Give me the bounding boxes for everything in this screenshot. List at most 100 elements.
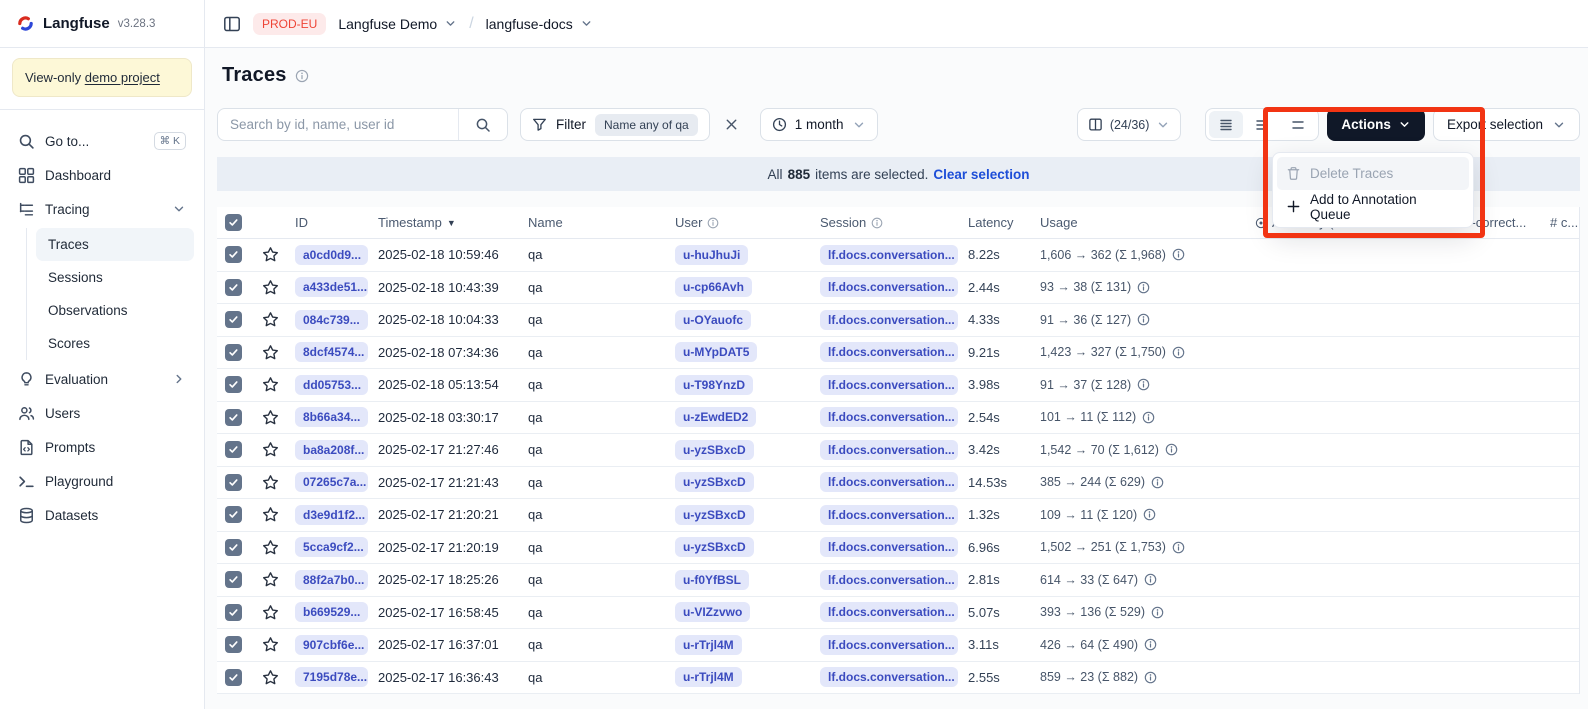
star-icon[interactable] bbox=[262, 474, 279, 491]
header-timestamp[interactable]: Timestamp▼ bbox=[368, 215, 518, 230]
header-name[interactable]: Name bbox=[518, 215, 665, 230]
star-icon[interactable] bbox=[262, 311, 279, 328]
info-icon[interactable] bbox=[1137, 281, 1150, 294]
star-icon[interactable] bbox=[262, 279, 279, 296]
session-badge[interactable]: lf.docs.conversation... bbox=[820, 635, 958, 655]
row-checkbox[interactable] bbox=[225, 539, 242, 556]
search-submit[interactable] bbox=[459, 117, 507, 133]
info-icon[interactable] bbox=[1142, 411, 1155, 424]
row-checkbox[interactable] bbox=[225, 279, 242, 296]
row-checkbox[interactable] bbox=[225, 344, 242, 361]
user-badge[interactable]: u-yzSBxcD bbox=[675, 440, 754, 460]
session-badge[interactable]: lf.docs.conversation... bbox=[820, 667, 958, 687]
user-badge[interactable]: u-f0YfBSL bbox=[675, 570, 749, 590]
star-icon[interactable] bbox=[262, 409, 279, 426]
sidebar-item-observations[interactable]: Observations bbox=[36, 294, 194, 327]
trace-id-badge[interactable]: 907cbf6e... bbox=[295, 635, 368, 655]
row-height-large-button[interactable] bbox=[1281, 111, 1315, 138]
table-row[interactable]: d3e9d1f2... 2025-02-17 21:20:21 qa u-yzS… bbox=[217, 499, 1579, 532]
row-checkbox[interactable] bbox=[225, 246, 242, 263]
row-checkbox[interactable] bbox=[225, 506, 242, 523]
table-row[interactable]: 084c739... 2025-02-18 10:04:33 qa u-OYau… bbox=[217, 304, 1579, 337]
trace-id-badge[interactable]: ba8a208f... bbox=[295, 440, 368, 460]
session-badge[interactable]: lf.docs.conversation... bbox=[820, 570, 958, 590]
select-all-checkbox[interactable] bbox=[225, 214, 242, 231]
export-selection-button[interactable]: Export selection bbox=[1433, 108, 1580, 141]
sidebar-item-datasets[interactable]: Datasets bbox=[10, 498, 194, 532]
user-badge[interactable]: u-VIZzvwo bbox=[675, 602, 750, 622]
table-row[interactable]: b669529... 2025-02-17 16:58:45 qa u-VIZz… bbox=[217, 597, 1579, 630]
user-badge[interactable]: u-cp66Avh bbox=[675, 277, 752, 297]
clear-filter-button[interactable] bbox=[718, 111, 746, 139]
session-badge[interactable]: lf.docs.conversation... bbox=[820, 342, 958, 362]
star-icon[interactable] bbox=[262, 506, 279, 523]
sidebar-item-prompts[interactable]: Prompts bbox=[10, 430, 194, 464]
user-badge[interactable]: u-T98YnzD bbox=[675, 375, 753, 395]
time-range-selector[interactable]: 1 month bbox=[760, 108, 878, 141]
trace-id-badge[interactable]: a0cd0d9... bbox=[295, 245, 368, 265]
star-icon[interactable] bbox=[262, 344, 279, 361]
clear-selection-link[interactable]: Clear selection bbox=[933, 167, 1029, 182]
user-badge[interactable]: u-OYauofc bbox=[675, 310, 751, 330]
table-row[interactable]: 907cbf6e... 2025-02-17 16:37:01 qa u-rTr… bbox=[217, 629, 1579, 662]
user-badge[interactable]: u-rTrjl4M bbox=[675, 635, 742, 655]
header-score-other[interactable]: # c... bbox=[1540, 215, 1580, 230]
star-icon[interactable] bbox=[262, 571, 279, 588]
table-row[interactable]: a0cd0d9... 2025-02-18 10:59:46 qa u-huJh… bbox=[217, 239, 1579, 272]
trace-id-badge[interactable]: 07265c7a... bbox=[295, 472, 368, 492]
header-session[interactable]: Session bbox=[810, 215, 958, 230]
trace-id-badge[interactable]: d3e9d1f2... bbox=[295, 505, 368, 525]
info-icon[interactable] bbox=[1172, 541, 1185, 554]
trace-id-badge[interactable]: 88f2a7b0... bbox=[295, 570, 368, 590]
trace-id-badge[interactable]: 8b66a34... bbox=[295, 407, 368, 427]
project-selector[interactable]: langfuse-docs bbox=[486, 16, 593, 32]
column-visibility-button[interactable]: (24/36) bbox=[1077, 108, 1182, 141]
session-badge[interactable]: lf.docs.conversation... bbox=[820, 472, 958, 492]
sidebar-item-dashboard[interactable]: Dashboard bbox=[10, 158, 194, 192]
table-row[interactable]: 07265c7a... 2025-02-17 21:21:43 qa u-yzS… bbox=[217, 467, 1579, 500]
session-badge[interactable]: lf.docs.conversation... bbox=[820, 602, 958, 622]
star-icon[interactable] bbox=[262, 669, 279, 686]
trace-id-badge[interactable]: 5cca9cf2... bbox=[295, 537, 368, 557]
star-icon[interactable] bbox=[262, 441, 279, 458]
trace-id-badge[interactable]: a433de51... bbox=[295, 277, 368, 297]
panel-left-icon[interactable] bbox=[223, 15, 241, 33]
org-selector[interactable]: Langfuse Demo bbox=[338, 16, 457, 32]
session-badge[interactable]: lf.docs.conversation... bbox=[820, 245, 958, 265]
info-icon[interactable] bbox=[1144, 573, 1157, 586]
session-badge[interactable]: lf.docs.conversation... bbox=[820, 537, 958, 557]
info-icon[interactable] bbox=[1151, 606, 1164, 619]
session-badge[interactable]: lf.docs.conversation... bbox=[820, 407, 958, 427]
row-checkbox[interactable] bbox=[225, 604, 242, 621]
session-badge[interactable]: lf.docs.conversation... bbox=[820, 375, 958, 395]
search-input[interactable] bbox=[218, 109, 458, 140]
info-icon[interactable] bbox=[1144, 671, 1157, 684]
filter-button[interactable]: Filter Name any of qa bbox=[520, 108, 710, 141]
row-checkbox[interactable] bbox=[225, 636, 242, 653]
sidebar-item-users[interactable]: Users bbox=[10, 396, 194, 430]
session-badge[interactable]: lf.docs.conversation... bbox=[820, 505, 958, 525]
sidebar-item-goto[interactable]: Go to... ⌘ K bbox=[10, 124, 194, 158]
star-icon[interactable] bbox=[262, 636, 279, 653]
demo-project-link[interactable]: demo project bbox=[85, 70, 160, 85]
info-icon[interactable] bbox=[1143, 508, 1156, 521]
info-icon[interactable] bbox=[1151, 476, 1164, 489]
table-row[interactable]: 7195d78e... 2025-02-17 16:36:43 qa u-rTr… bbox=[217, 662, 1579, 695]
user-badge[interactable]: u-yzSBxcD bbox=[675, 472, 754, 492]
header-id[interactable]: ID bbox=[285, 215, 368, 230]
row-checkbox[interactable] bbox=[225, 311, 242, 328]
row-checkbox[interactable] bbox=[225, 474, 242, 491]
sidebar-item-sessions[interactable]: Sessions bbox=[36, 261, 194, 294]
user-badge[interactable]: u-huJhuJi bbox=[675, 245, 748, 265]
row-checkbox[interactable] bbox=[225, 441, 242, 458]
info-icon[interactable] bbox=[1144, 638, 1157, 651]
info-icon[interactable] bbox=[295, 69, 309, 83]
star-icon[interactable] bbox=[262, 539, 279, 556]
star-icon[interactable] bbox=[262, 604, 279, 621]
info-icon[interactable] bbox=[1165, 443, 1178, 456]
user-badge[interactable]: u-yzSBxcD bbox=[675, 537, 754, 557]
star-icon[interactable] bbox=[262, 246, 279, 263]
actions-button[interactable]: Actions bbox=[1327, 108, 1425, 141]
row-height-medium-button[interactable] bbox=[1245, 111, 1279, 138]
sidebar-item-tracing[interactable]: Tracing bbox=[10, 192, 194, 226]
